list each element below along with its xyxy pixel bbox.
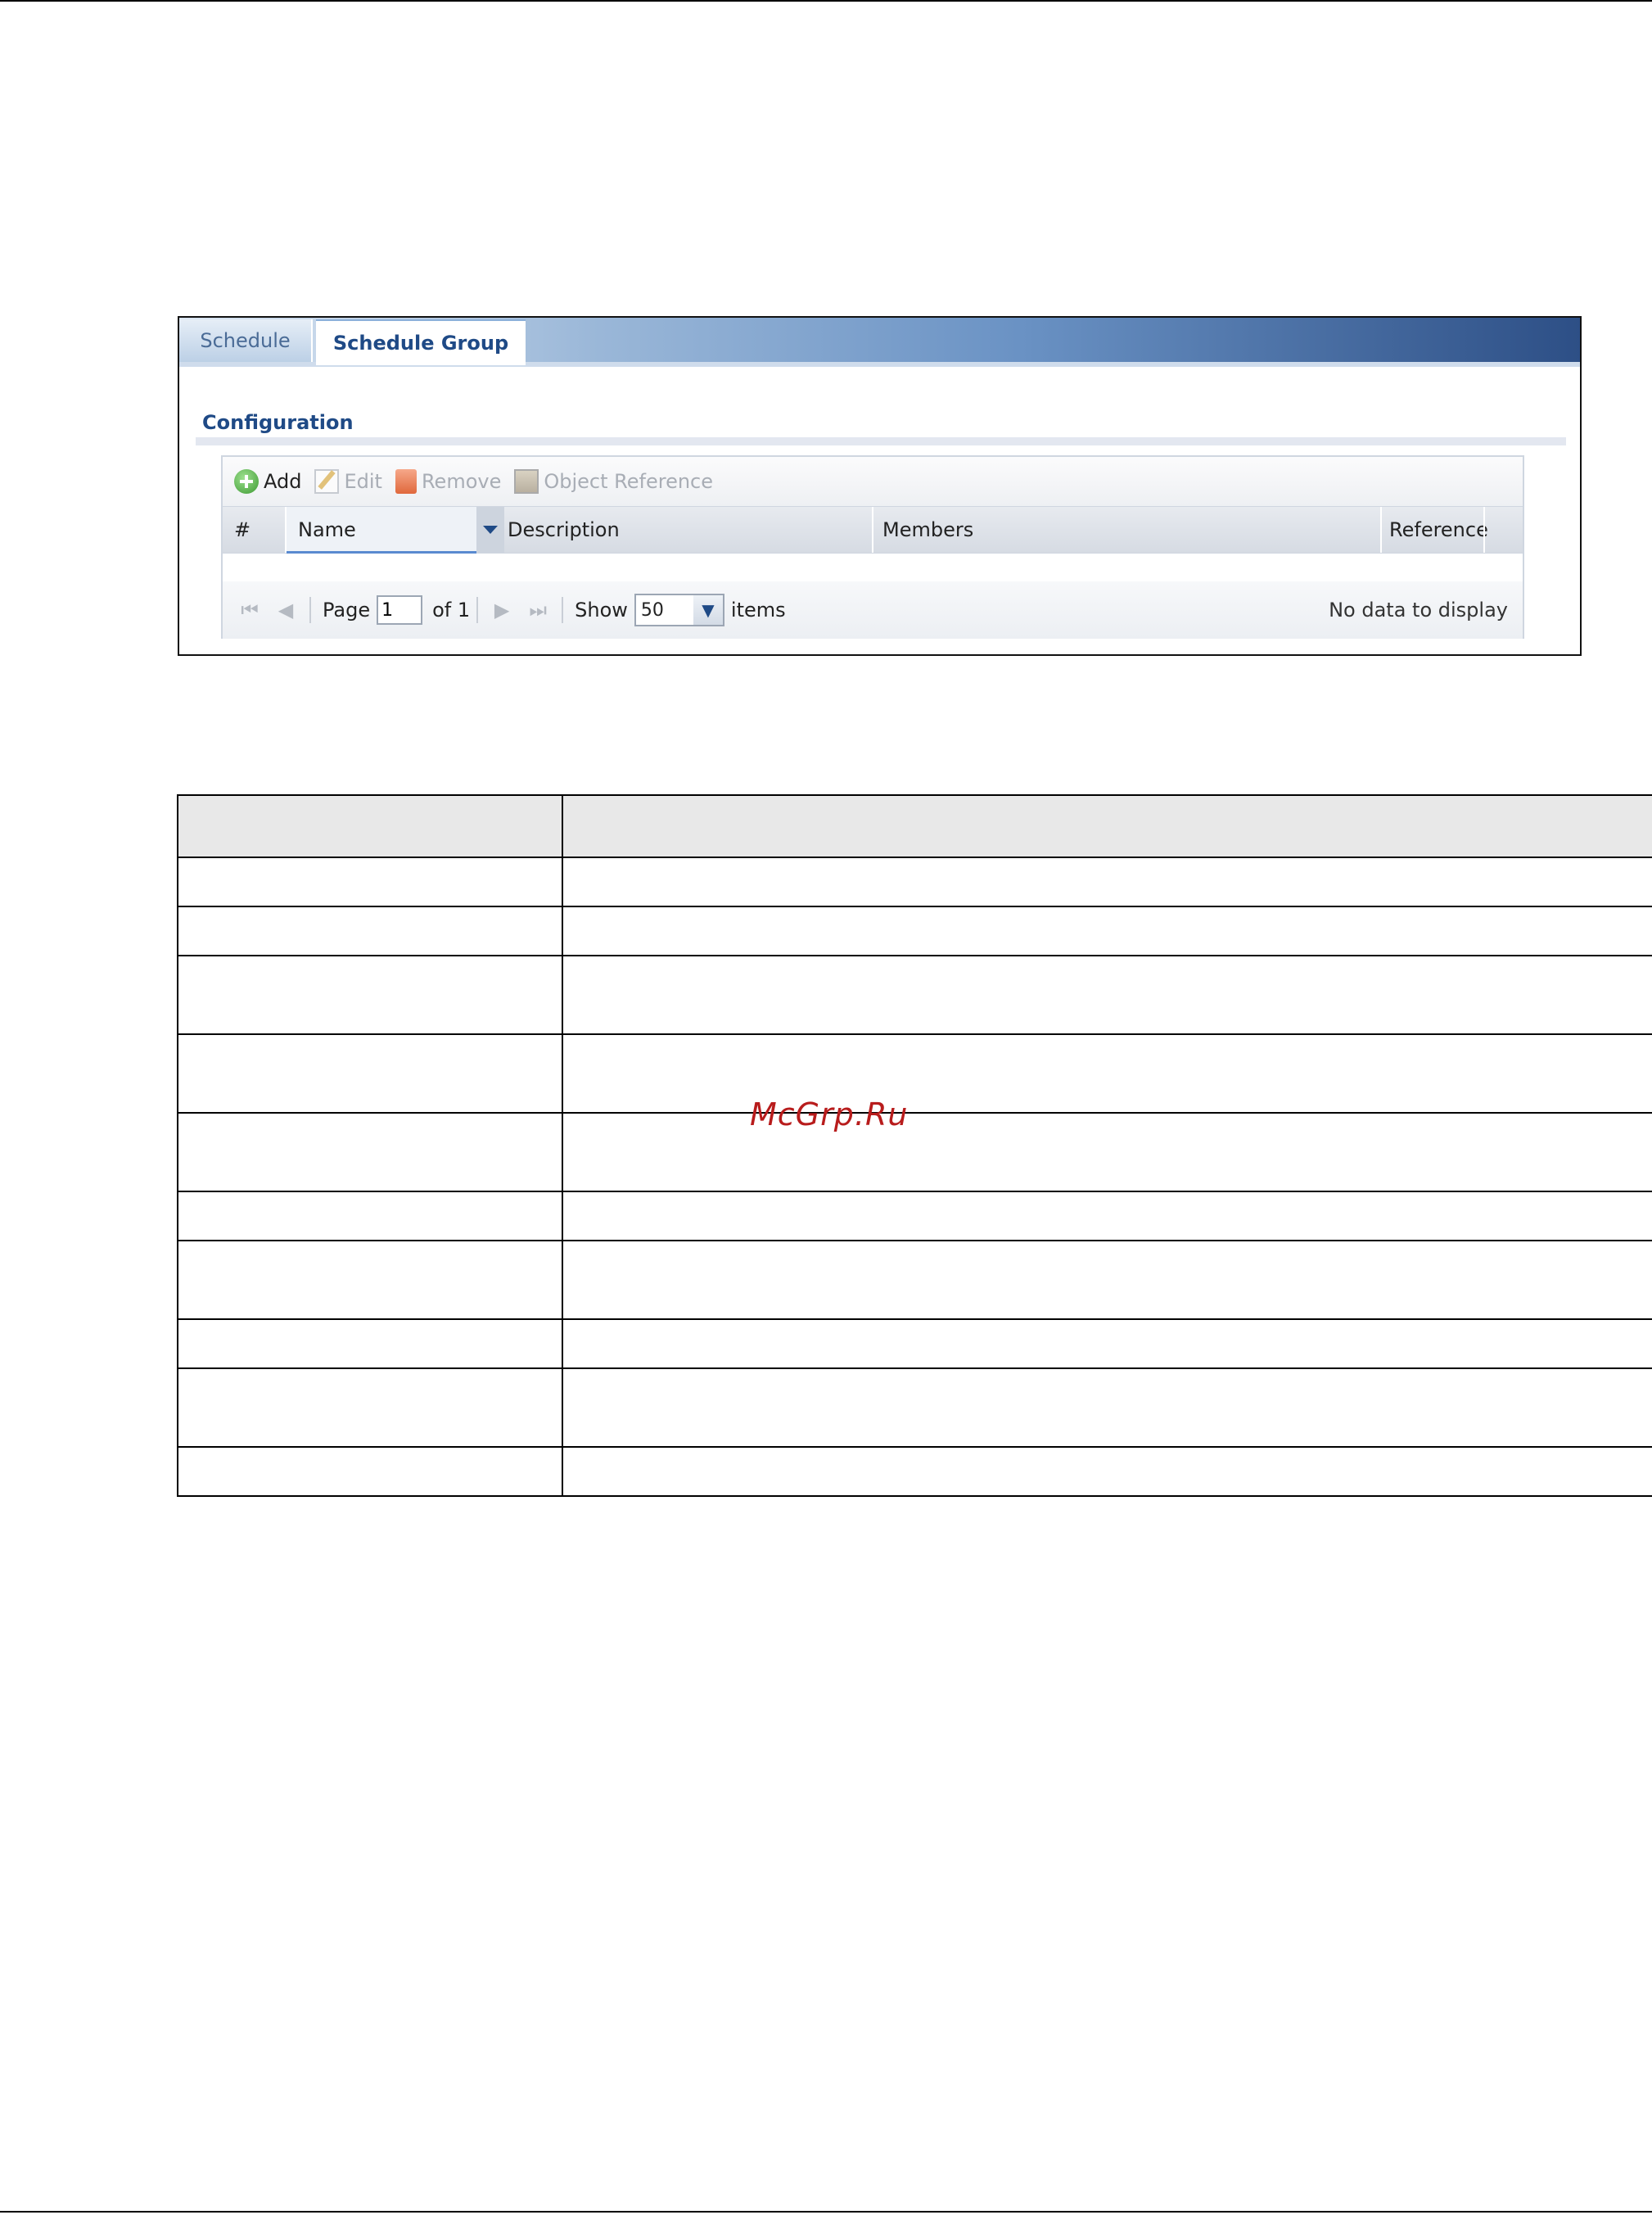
object-reference-button[interactable]: Object Reference [514,469,713,494]
table-cell [177,1318,563,1369]
add-icon [234,469,259,494]
tab-schedule-group[interactable]: Schedule Group [316,319,526,365]
column-reference[interactable]: Reference [1389,507,1488,553]
page-number-input[interactable] [377,595,423,625]
next-page-icon[interactable]: ▶ [490,598,514,622]
table-cell [177,906,563,956]
table-row [177,955,1652,1035]
first-page-icon[interactable]: ⏮ [237,598,262,622]
table-cell [177,1367,563,1448]
pagination-bar: ⏮ ◀ Page of 1 ▶ ⏭ Show 50 ▼ items No dat… [223,581,1523,639]
object-reference-label: Object Reference [544,470,714,493]
no-data-status: No data to display [1329,599,1508,622]
table-header: # Name Description Members Reference [223,506,1523,554]
table-row [177,1367,1652,1448]
table-cell [562,955,1652,1035]
table-row [177,857,1652,907]
table-cell [562,1367,1652,1448]
column-divider [1380,507,1382,553]
remove-button[interactable]: Remove [395,469,501,494]
tab-schedule[interactable]: Schedule [179,319,313,362]
add-button[interactable]: Add [234,469,301,494]
header-cell [177,794,563,858]
table-row [177,1033,1652,1114]
table-row [177,1112,1652,1192]
section-divider [196,437,1566,445]
bottom-rule [0,2211,1652,2213]
section-title: Configuration [202,411,354,434]
add-label: Add [264,470,302,493]
edit-button[interactable]: Edit [314,469,382,494]
column-divider [1483,507,1485,553]
items-per-page-select[interactable]: 50 ▼ [634,594,724,626]
column-number[interactable]: # [234,507,251,553]
pager-divider [476,597,479,623]
page-count: of 1 [432,599,471,622]
table-cell [177,1240,563,1320]
edit-icon [314,469,340,494]
table-row [177,906,1652,956]
items-per-page-value: 50 [640,599,664,621]
sort-desc-icon[interactable] [476,507,504,553]
schedule-group-table-panel: Add Edit Remove Object Reference # Name … [221,455,1524,639]
prev-page-icon[interactable]: ◀ [273,598,298,622]
top-rule [0,0,1652,2]
page-label: Page [323,599,371,622]
field-description-table [177,794,1652,1497]
table-cell [562,906,1652,956]
tab-bar: Schedule Schedule Group [179,318,1580,367]
table-body-empty [223,554,1523,582]
object-reference-icon [514,469,539,494]
last-page-icon[interactable]: ⏭ [526,598,550,622]
table-row [177,1318,1652,1369]
remove-label: Remove [421,470,502,493]
table-cell [562,857,1652,907]
watermark: McGrp.Ru [750,1096,909,1132]
show-label: Show [575,599,628,622]
table-row [177,1240,1652,1320]
items-label: items [730,599,786,622]
chevron-down-icon: ▼ [693,595,723,625]
pager-divider [562,597,564,623]
table-cell [562,1033,1652,1114]
table-cell [177,857,563,907]
table-row [177,1446,1652,1497]
edit-label: Edit [344,470,382,493]
schedule-group-screen: Schedule Schedule Group Configuration Ad… [178,316,1582,656]
header-cell [562,794,1652,858]
table-cell [562,1112,1652,1192]
column-name[interactable]: Name [298,507,356,553]
table-row [177,1191,1652,1241]
pager-divider [309,597,311,623]
column-divider [872,507,873,553]
table-cell [177,1446,563,1497]
table-cell [177,1033,563,1114]
toolbar: Add Edit Remove Object Reference [223,457,1523,506]
column-members[interactable]: Members [882,507,973,553]
table-cell [562,1446,1652,1497]
table-cell [562,1191,1652,1241]
table-cell [177,955,563,1035]
table-cell [177,1191,563,1241]
column-description[interactable]: Description [508,507,620,553]
remove-icon [395,469,417,494]
table-cell [562,1318,1652,1369]
table-header-row [177,794,1652,858]
table-cell [177,1112,563,1192]
table-cell [562,1240,1652,1320]
